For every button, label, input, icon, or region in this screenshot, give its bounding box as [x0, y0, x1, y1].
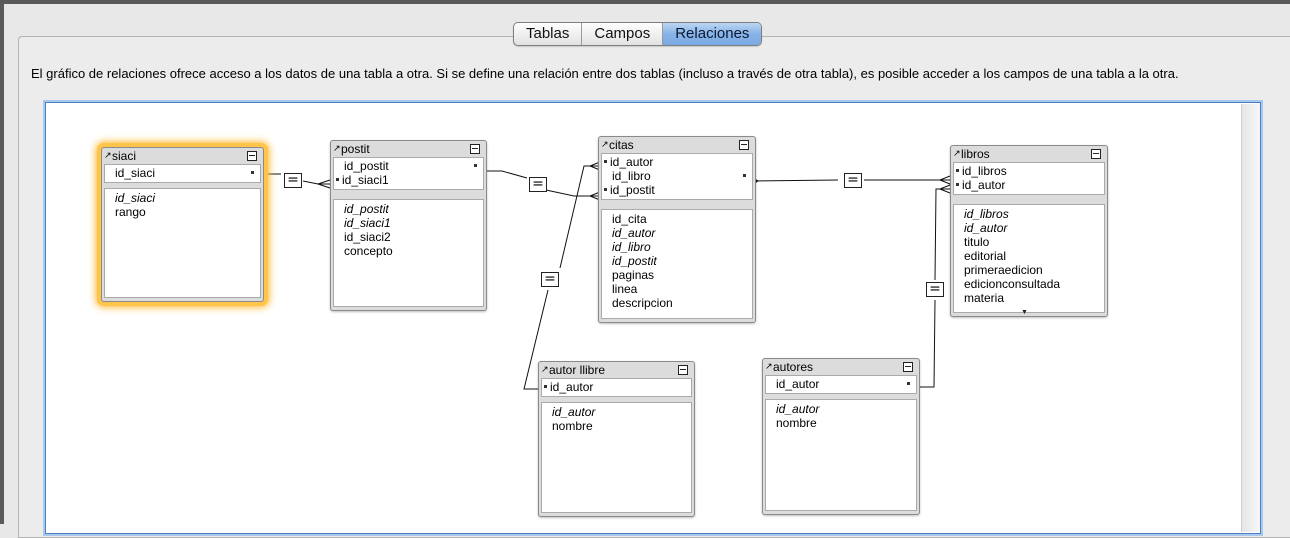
key-field[interactable]: id_autor — [602, 155, 752, 169]
table-name: autores — [773, 360, 814, 374]
table-view-toggle-icon[interactable] — [678, 365, 688, 375]
table-view-toggle-icon[interactable] — [470, 144, 480, 154]
table-header[interactable]: ↗ postit — [331, 141, 486, 157]
table-libros[interactable]: ↗ libros id_libros id_autor id_libros id… — [950, 145, 1108, 317]
key-field[interactable]: id_libro — [602, 169, 752, 183]
field[interactable]: id_autor — [552, 405, 691, 419]
key-fields: id_autor — [541, 378, 692, 397]
table-name: libros — [961, 147, 990, 161]
table-header[interactable]: ↗ autor llibre — [539, 362, 694, 378]
field[interactable]: id_cita — [612, 212, 752, 226]
field-list: id_siaci rango — [104, 188, 261, 298]
table-header[interactable]: ↗ libros — [951, 146, 1107, 162]
key-field[interactable]: id_siaci — [105, 166, 260, 180]
field[interactable]: id_siaci2 — [344, 230, 483, 244]
tab-bar: Tablas Campos Relaciones — [513, 22, 763, 46]
field[interactable]: id_libros — [964, 207, 1104, 221]
table-citas[interactable]: ↗ citas id_autor id_libro id_postit id_c… — [598, 136, 756, 323]
field[interactable]: primeraedicion — [964, 263, 1104, 277]
scroll-down-arrow-icon[interactable]: ▼ — [1021, 309, 1028, 316]
field[interactable]: id_postit — [344, 202, 483, 216]
collapse-arrow-icon[interactable]: ↗ — [953, 146, 961, 160]
key-field[interactable]: id_siaci1 — [334, 173, 483, 187]
field[interactable]: materia — [964, 291, 1104, 305]
table-view-toggle-icon[interactable] — [739, 140, 749, 150]
relation-siaci-postit-operator[interactable]: = — [284, 173, 302, 188]
key-fields: id_autor — [765, 375, 917, 394]
collapse-arrow-icon[interactable]: ↗ — [765, 359, 773, 373]
field-list: id_autor nombre — [765, 399, 917, 511]
key-field[interactable]: id_autor — [766, 377, 916, 391]
table-name: siaci — [112, 149, 137, 163]
field[interactable]: nombre — [776, 416, 916, 430]
collapse-arrow-icon[interactable]: ↗ — [333, 141, 341, 155]
tab-relaciones[interactable]: Relaciones — [663, 23, 762, 45]
relation-citas-autorllibre-operator[interactable]: = — [541, 272, 559, 287]
field[interactable]: id_siaci — [115, 191, 260, 205]
relationships-description: El gráfico de relaciones ofrece acceso a… — [31, 66, 1179, 81]
field-list: id_autor nombre — [541, 402, 692, 513]
key-fields: id_libros id_autor — [953, 162, 1105, 195]
collapse-arrow-icon[interactable]: ↗ — [541, 362, 549, 376]
field-list: id_postit id_siaci1 id_siaci2 concepto — [333, 199, 484, 307]
key-field[interactable]: id_autor — [542, 380, 691, 394]
tab-tablas[interactable]: Tablas — [514, 23, 583, 45]
field[interactable]: id_autor — [776, 402, 916, 416]
table-name: postit — [341, 142, 370, 156]
table-name: autor llibre — [549, 363, 606, 377]
collapse-arrow-icon[interactable]: ↗ — [104, 148, 112, 162]
table-header[interactable]: ↗ citas — [599, 137, 755, 153]
table-name: citas — [609, 138, 634, 152]
table-header[interactable]: ↗ siaci — [102, 148, 263, 164]
vertical-scrollbar[interactable] — [1241, 104, 1260, 532]
relation-postit-citas-operator[interactable]: = — [529, 177, 547, 192]
field[interactable]: id_siaci1 — [344, 216, 483, 230]
field[interactable]: descripcion — [612, 296, 752, 310]
table-header[interactable]: ↗ autores — [763, 359, 919, 375]
field[interactable]: rango — [115, 205, 260, 219]
field[interactable]: linea — [612, 282, 752, 296]
tab-campos[interactable]: Campos — [582, 23, 664, 45]
key-fields: id_autor id_libro id_postit — [601, 153, 753, 200]
relation-citas-libros-operator[interactable]: = — [844, 173, 862, 188]
relation-libros-autores-operator[interactable]: = — [926, 282, 944, 297]
field[interactable]: id_autor — [964, 221, 1104, 235]
table-siaci[interactable]: ↗ siaci id_siaci id_siaci rango — [101, 147, 264, 302]
field-list: id_cita id_autor id_libro id_postit pagi… — [601, 209, 753, 319]
window-top-border — [0, 0, 1290, 4]
field[interactable]: id_autor — [612, 226, 752, 240]
table-postit[interactable]: ↗ postit id_postit id_siaci1 id_postit i… — [330, 140, 487, 311]
key-field[interactable]: id_postit — [602, 183, 752, 197]
table-autor-llibre[interactable]: ↗ autor llibre id_autor id_autor nombre — [538, 361, 695, 517]
field[interactable]: titulo — [964, 235, 1104, 249]
window-left-border — [0, 0, 4, 524]
field[interactable]: concepto — [344, 244, 483, 258]
field[interactable]: editorial — [964, 249, 1104, 263]
collapse-arrow-icon[interactable]: ↗ — [601, 137, 609, 151]
key-field[interactable]: id_libros — [954, 164, 1104, 178]
table-view-toggle-icon[interactable] — [247, 151, 257, 161]
field[interactable]: id_libro — [612, 240, 752, 254]
key-field[interactable]: id_postit — [334, 159, 483, 173]
key-field[interactable]: id_autor — [954, 178, 1104, 192]
field[interactable]: id_postit — [612, 254, 752, 268]
field[interactable]: edicionconsultada — [964, 277, 1104, 291]
field[interactable]: paginas — [612, 268, 752, 282]
table-view-toggle-icon[interactable] — [1091, 149, 1101, 159]
key-fields: id_postit id_siaci1 — [333, 157, 484, 190]
field-list: id_libros id_autor titulo editorial prim… — [953, 204, 1105, 313]
field[interactable]: nombre — [552, 419, 691, 433]
key-fields: id_siaci — [104, 164, 261, 183]
table-view-toggle-icon[interactable] — [903, 362, 913, 372]
table-autores[interactable]: ↗ autores id_autor id_autor nombre — [762, 358, 920, 515]
